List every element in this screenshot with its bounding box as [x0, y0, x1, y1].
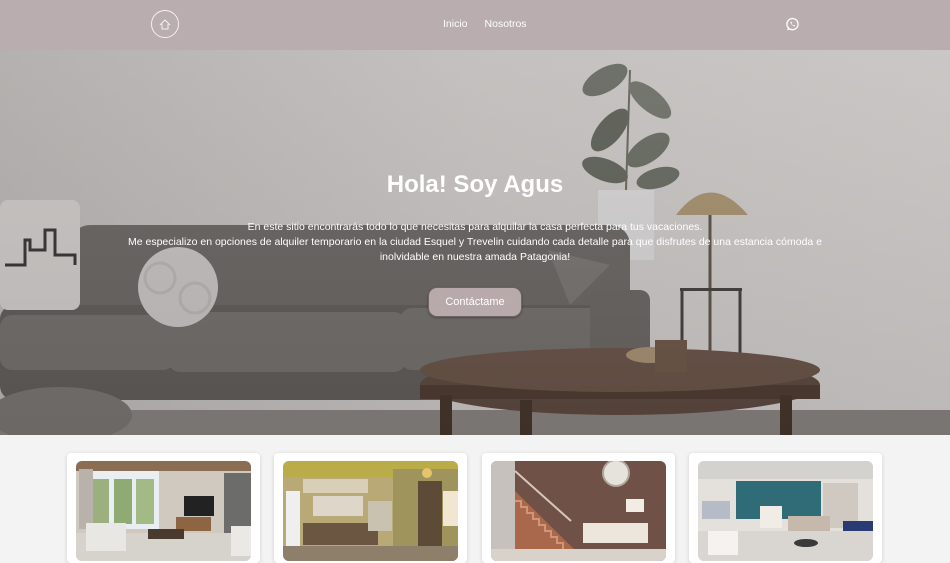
hero-line-1: En este sitio encontrarás todo lo que ne…: [247, 221, 703, 233]
property-card-1[interactable]: [67, 453, 260, 563]
whatsapp-icon[interactable]: [785, 17, 800, 32]
house-logo-icon[interactable]: [151, 10, 179, 38]
nav-links: Inicio Nosotros: [443, 18, 527, 30]
kitchen-photo: [283, 461, 458, 561]
nav-link-inicio[interactable]: Inicio: [443, 18, 468, 30]
stairs-photo: [491, 461, 666, 561]
property-card-2[interactable]: [274, 453, 467, 563]
navbar: Inicio Nosotros: [0, 0, 950, 50]
contact-button[interactable]: Contáctame: [428, 287, 522, 317]
bedroom-photo: [698, 461, 873, 561]
property-card-4[interactable]: [689, 453, 882, 563]
property-cards: [0, 435, 950, 563]
nav-link-nosotros[interactable]: Nosotros: [485, 18, 527, 30]
hero-line-3: inolvidable en nuestra amada Patagonia!: [379, 251, 571, 263]
hero-line-2: Me especializo en opciones de alquiler t…: [127, 236, 823, 248]
hero-description: En este sitio encontrarás todo lo que ne…: [100, 220, 850, 265]
living-room-photo: [76, 461, 251, 561]
hero-section: Hola! Soy Agus En este sitio encontrarás…: [0, 50, 950, 435]
hero-title: Hola! Soy Agus: [386, 171, 564, 198]
property-card-3[interactable]: [482, 453, 675, 563]
